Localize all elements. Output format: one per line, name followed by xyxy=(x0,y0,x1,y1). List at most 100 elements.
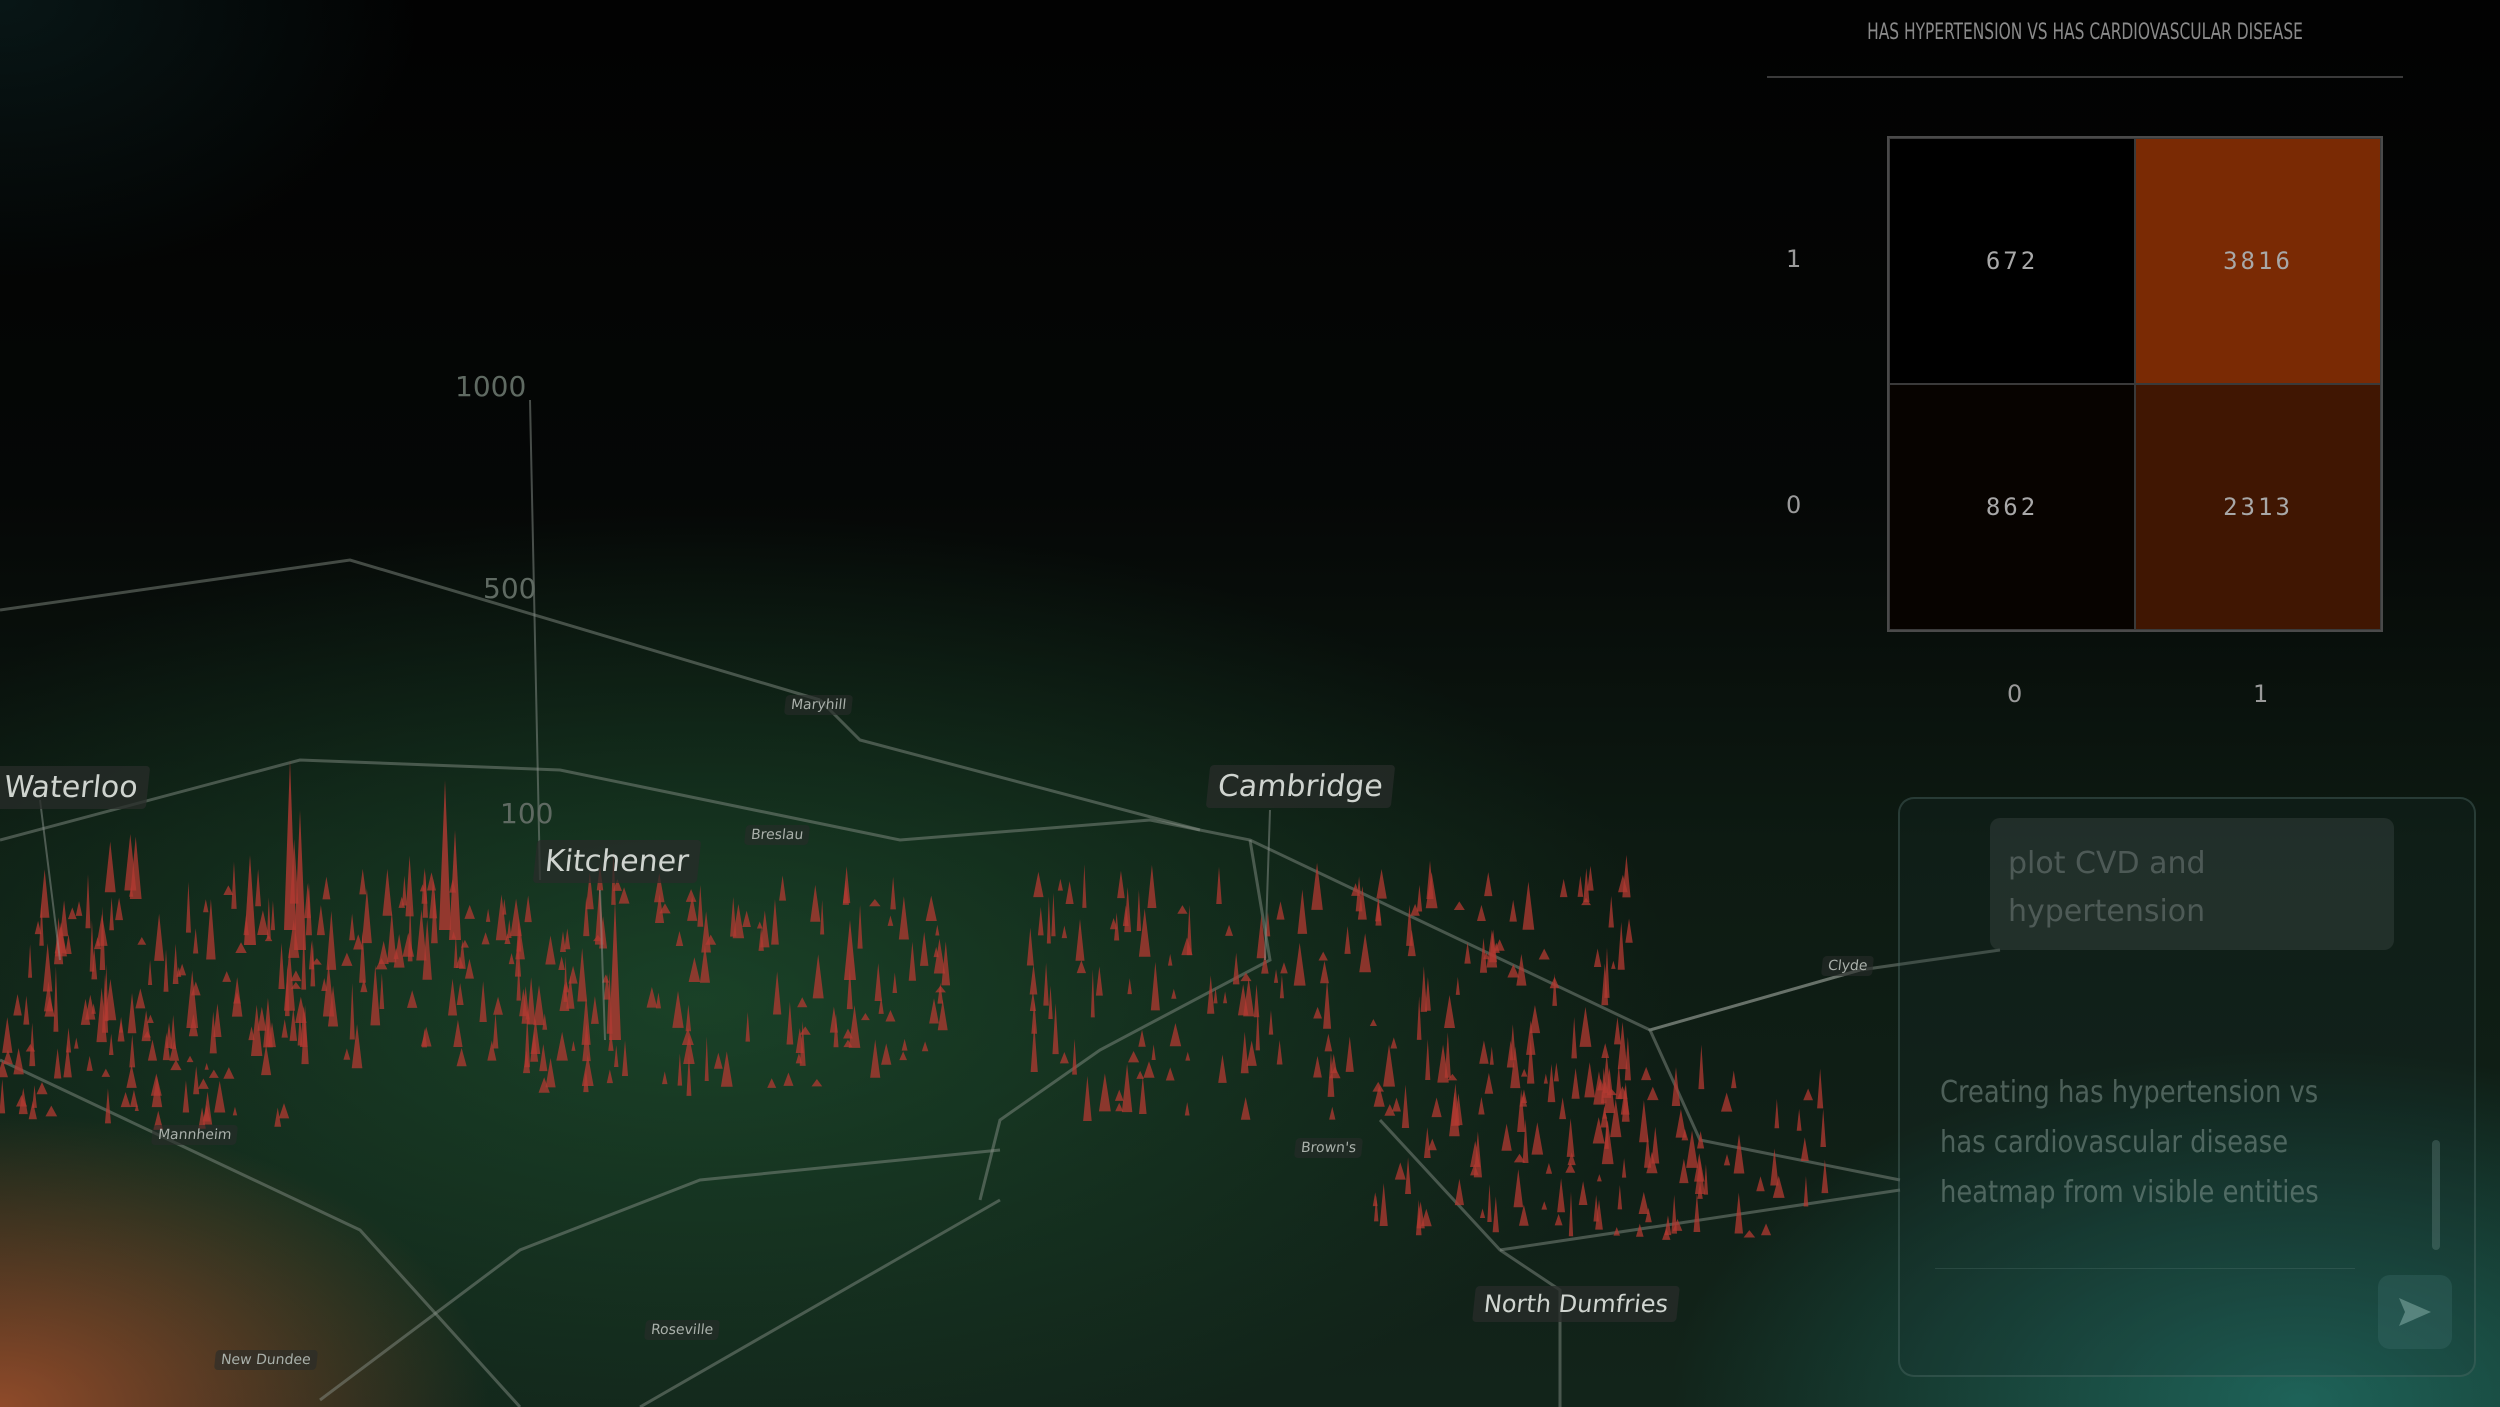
population-spike xyxy=(1559,1097,1567,1120)
population-spike xyxy=(45,1105,58,1117)
population-spike xyxy=(820,899,825,935)
heatmap-cell-0-1[interactable]: 2313 xyxy=(2135,384,2381,630)
population-spike xyxy=(407,990,418,1008)
population-spike xyxy=(1639,1100,1649,1143)
population-spike xyxy=(1051,892,1056,937)
population-spike xyxy=(163,949,169,992)
population-spike xyxy=(1151,1044,1156,1061)
population-spike xyxy=(1061,925,1068,939)
map-label-browns[interactable]: Brown's xyxy=(1293,1138,1364,1158)
population-spike xyxy=(1596,1174,1602,1182)
heatmap-x-tick: 0 xyxy=(2007,680,2023,708)
population-spike xyxy=(104,841,116,893)
map-label-north-dumfries[interactable]: North Dumfries xyxy=(1472,1286,1680,1322)
population-spike xyxy=(1138,908,1151,957)
population-spike xyxy=(1478,1096,1485,1115)
population-spike xyxy=(685,1004,692,1032)
heatmap-cell-1-1[interactable]: 3816 xyxy=(2135,138,2381,384)
population-spike xyxy=(857,905,863,949)
population-spike xyxy=(1405,1157,1412,1195)
population-spike xyxy=(464,958,474,979)
population-spike xyxy=(197,1078,209,1089)
population-spike xyxy=(343,1048,351,1060)
map-label-kitchener[interactable]: Kitchener xyxy=(532,840,701,883)
population-spike xyxy=(890,876,896,910)
population-spike xyxy=(1216,866,1222,904)
population-spike xyxy=(1444,994,1456,1029)
population-spike xyxy=(869,899,881,907)
population-spike xyxy=(1143,1061,1155,1078)
population-spike xyxy=(1293,942,1306,986)
population-spike xyxy=(170,1059,182,1071)
population-spike xyxy=(1529,1005,1541,1034)
population-spike xyxy=(495,894,508,941)
population-spike xyxy=(1313,1006,1322,1019)
population-spike xyxy=(563,956,568,1002)
population-spike xyxy=(1376,868,1387,899)
heatmap-grid[interactable]: 672 3816 862 2313 xyxy=(1887,136,2383,632)
population-spike xyxy=(539,1044,548,1072)
population-spike xyxy=(481,932,490,945)
population-spike xyxy=(564,928,571,950)
population-spike xyxy=(1029,963,1038,995)
population-spike xyxy=(1273,969,1279,983)
map-label-new-dundee[interactable]: New Dundee xyxy=(213,1350,318,1370)
population-spike xyxy=(1559,878,1568,898)
population-spike xyxy=(1127,978,1132,995)
population-spike xyxy=(74,1037,79,1049)
population-spike xyxy=(844,920,856,980)
population-spike xyxy=(1223,991,1228,1004)
population-spike xyxy=(786,1001,794,1045)
population-spike xyxy=(545,935,556,965)
population-spike xyxy=(1416,884,1423,912)
population-spike xyxy=(508,953,515,965)
population-spike xyxy=(257,1006,267,1031)
population-spike xyxy=(129,1034,136,1068)
population-spike xyxy=(1297,889,1308,934)
send-icon xyxy=(2399,1298,2431,1326)
map-road xyxy=(818,698,1201,832)
population-spike xyxy=(208,1069,219,1078)
map-label-mannheim[interactable]: Mannheim xyxy=(150,1125,239,1145)
map-label-maryhill[interactable]: Maryhill xyxy=(783,695,854,715)
map-label-waterloo[interactable]: Waterloo xyxy=(0,766,150,809)
population-spike xyxy=(231,977,243,1017)
population-spike xyxy=(1760,1223,1772,1236)
population-spike xyxy=(870,1039,881,1078)
population-spike xyxy=(266,897,271,939)
population-spike xyxy=(1185,1051,1191,1061)
map-label-breslau[interactable]: Breslau xyxy=(743,825,811,845)
population-spike xyxy=(1394,1162,1406,1180)
population-spike xyxy=(147,1014,154,1023)
population-spike xyxy=(1646,1086,1659,1101)
population-spike xyxy=(1207,975,1215,1014)
population-spike xyxy=(326,910,337,970)
map-road xyxy=(1378,1118,1562,1407)
chat-input[interactable] xyxy=(1935,1268,2355,1361)
population-spike xyxy=(1484,1072,1494,1094)
population-spike xyxy=(887,915,894,926)
map-label-clyde[interactable]: Clyde xyxy=(1820,956,1875,976)
population-spike xyxy=(1625,918,1633,943)
population-spike xyxy=(1518,1204,1529,1226)
population-spike xyxy=(1579,1006,1592,1047)
map-label-cambridge[interactable]: Cambridge xyxy=(1205,765,1396,808)
map-road xyxy=(0,558,821,702)
population-spike xyxy=(1743,1230,1756,1238)
population-spike xyxy=(1455,977,1460,995)
population-spike xyxy=(1406,904,1413,946)
population-spike xyxy=(117,1016,125,1042)
population-spike xyxy=(1240,1097,1251,1120)
population-spike xyxy=(1329,1106,1336,1120)
map-label-roseville[interactable]: Roseville xyxy=(643,1320,721,1340)
heatmap-cell-1-0[interactable]: 672 xyxy=(1889,138,2135,384)
send-button[interactable] xyxy=(2378,1275,2452,1349)
population-spike xyxy=(1139,1076,1147,1114)
heatmap-cell-0-0[interactable]: 862 xyxy=(1889,384,2135,630)
population-spike xyxy=(1165,1067,1175,1081)
population-spike xyxy=(1522,881,1535,930)
population-spike xyxy=(1541,1201,1548,1210)
chat-scrollbar[interactable] xyxy=(2432,1140,2440,1250)
population-spike xyxy=(204,1062,209,1070)
population-spike xyxy=(1593,948,1602,968)
